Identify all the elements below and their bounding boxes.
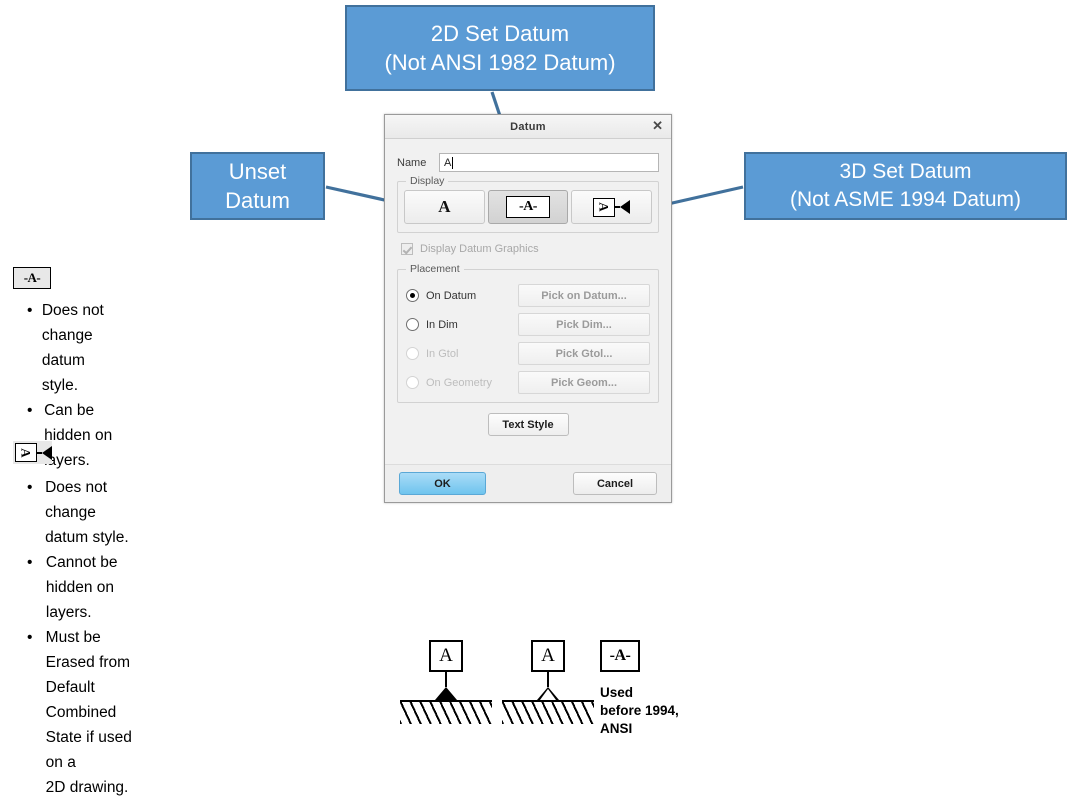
- text-caret: [452, 156, 454, 169]
- callout-2d-set-datum: 2D Set Datum (Not ANSI 1982 Datum): [345, 5, 655, 91]
- datum-letter-box: A: [531, 640, 565, 672]
- surface-hatching: [502, 700, 594, 724]
- callout-2d-line1: 2D Set Datum: [430, 20, 570, 46]
- placement-row-in-dim: In Dim Pick Dim...: [406, 313, 650, 336]
- datum-symbol-examples: A A -A- Used before 1994, ANSI: [400, 640, 700, 745]
- datum-letter-box: -A-: [600, 640, 640, 672]
- datum-letter: A: [541, 645, 555, 666]
- text-style-wrap: Text Style: [397, 413, 659, 436]
- radio-on-geometry: [406, 376, 419, 389]
- dialog-title: Datum: [510, 120, 546, 133]
- datum-dialog: Datum ✕ Name A Display A -A- A Display D…: [384, 114, 672, 503]
- callout-3d-line1: 3D Set Datum: [839, 160, 972, 184]
- leader-stem: [547, 672, 549, 687]
- rotated-a-arrow-icon: A: [593, 197, 631, 217]
- text-style-button[interactable]: Text Style: [487, 413, 569, 436]
- symbol-caption: Used before 1994, ANSI: [600, 685, 679, 736]
- note-bullets-3d: • Does not change datum style. • Cannot …: [22, 475, 138, 800]
- bullet-marker: •: [27, 554, 33, 571]
- placement-row-on-geometry: On Geometry Pick Geom...: [406, 371, 650, 394]
- dash-a-dash-glyph: -A-: [23, 270, 41, 285]
- list-item: • Does not change datum style.: [22, 298, 118, 398]
- label-in-gtol: In Gtol: [426, 347, 459, 360]
- radio-in-gtol: [406, 347, 419, 360]
- bullet-marker: •: [27, 479, 33, 496]
- list-item: • Must be Erased from Default Combined S…: [22, 625, 138, 800]
- pick-gtol-button: Pick Gtol...: [518, 342, 650, 365]
- filled-triangle-icon: [42, 445, 52, 460]
- placement-group-legend: Placement: [406, 263, 464, 275]
- filled-triangle-icon: [435, 687, 457, 700]
- callout-3d-line2: (Not ASME 1994 Datum): [789, 188, 1022, 211]
- dialog-footer: OK Cancel: [385, 464, 671, 502]
- radio-in-dim[interactable]: [406, 318, 419, 331]
- dash-a-dash-icon: -A-: [506, 196, 550, 218]
- cancel-button[interactable]: Cancel: [573, 472, 657, 495]
- symbol-filled-triangle-datum: A: [400, 640, 492, 724]
- plain-a-icon: A: [438, 197, 451, 216]
- datum-letter-box: A: [429, 640, 463, 672]
- pick-on-datum-button[interactable]: Pick on Datum...: [518, 284, 650, 307]
- ok-button[interactable]: OK: [399, 472, 486, 495]
- dash-a-dash-icon-note: -A-: [13, 267, 51, 289]
- rotated-a-letter: A: [18, 447, 34, 458]
- open-triangle-icon: [537, 687, 559, 700]
- list-item: • Does not change datum style.: [22, 475, 138, 550]
- display-datum-graphics-checkbox[interactable]: [401, 243, 413, 255]
- label-on-geometry: On Geometry: [426, 376, 493, 389]
- datum-letter: A: [439, 645, 453, 666]
- dialog-titlebar: Datum ✕: [385, 115, 671, 139]
- label-in-dim: In Dim: [426, 318, 458, 331]
- bullet-text: Does not change datum style.: [41, 302, 104, 394]
- display-button-unset-datum[interactable]: A: [404, 190, 485, 224]
- display-buttons: A -A- A: [404, 190, 653, 224]
- rotated-a-arrow-glyph: A: [15, 443, 52, 462]
- radio-on-datum[interactable]: [406, 289, 419, 302]
- name-label: Name: [397, 156, 427, 169]
- close-icon[interactable]: ✕: [652, 118, 663, 134]
- callout-unset-line2: Datum: [225, 188, 290, 213]
- callout-unset-datum: Unset Datum: [190, 152, 325, 220]
- rotated-a-arrow-icon-note: A: [13, 441, 52, 464]
- bullet-text: Cannot be hidden on layers.: [45, 554, 118, 621]
- bullet-marker: •: [27, 302, 33, 319]
- bullet-marker: •: [27, 629, 33, 646]
- list-item: • Cannot be hidden on layers.: [22, 550, 138, 625]
- symbol-pre1994-ansi-datum: -A- Used before 1994, ANSI: [600, 640, 700, 736]
- filled-triangle-icon: [620, 200, 631, 214]
- display-button-3d-set-datum[interactable]: A: [571, 190, 653, 224]
- placement-group: Placement On Datum Pick on Datum... In D…: [397, 263, 659, 403]
- display-datum-graphics-row[interactable]: Display Datum Graphics: [401, 243, 659, 255]
- leader-stem: [445, 672, 447, 687]
- bullet-text: Must be Erased from Default Combined Sta…: [45, 629, 132, 796]
- label-on-datum: On Datum: [426, 289, 477, 302]
- display-datum-graphics-label: Display Datum Graphics: [420, 243, 539, 255]
- symbol-open-triangle-datum: A: [502, 640, 594, 724]
- display-button-2d-set-datum[interactable]: -A-: [487, 190, 569, 224]
- rotated-a-letter: A: [597, 202, 613, 212]
- surface-hatching: [400, 700, 492, 724]
- dialog-body: Name A Display A -A- A Display Datum Gra…: [385, 139, 671, 502]
- callout-3d-set-datum: 3D Set Datum (Not ASME 1994 Datum): [744, 152, 1067, 220]
- placement-row-on-datum: On Datum Pick on Datum...: [406, 284, 650, 307]
- callout-unset-line1: Unset: [228, 158, 287, 184]
- placement-row-in-gtol: In Gtol Pick Gtol...: [406, 342, 650, 365]
- bullet-text: Can be hidden on layers.: [44, 402, 113, 469]
- display-group: Display A -A- A: [397, 175, 659, 233]
- callout-2d-line2: (Not ANSI 1982 Datum): [384, 50, 616, 75]
- pick-dim-button[interactable]: Pick Dim...: [518, 313, 650, 336]
- dash-a-dash-glyph: -A-: [609, 647, 631, 664]
- display-group-legend: Display: [406, 175, 449, 187]
- name-input-value: A: [444, 156, 452, 169]
- bullet-text: Does not change datum style.: [45, 479, 129, 546]
- name-row: Name A: [397, 153, 659, 172]
- name-input[interactable]: A: [439, 153, 659, 172]
- pick-geom-button: Pick Geom...: [518, 371, 650, 394]
